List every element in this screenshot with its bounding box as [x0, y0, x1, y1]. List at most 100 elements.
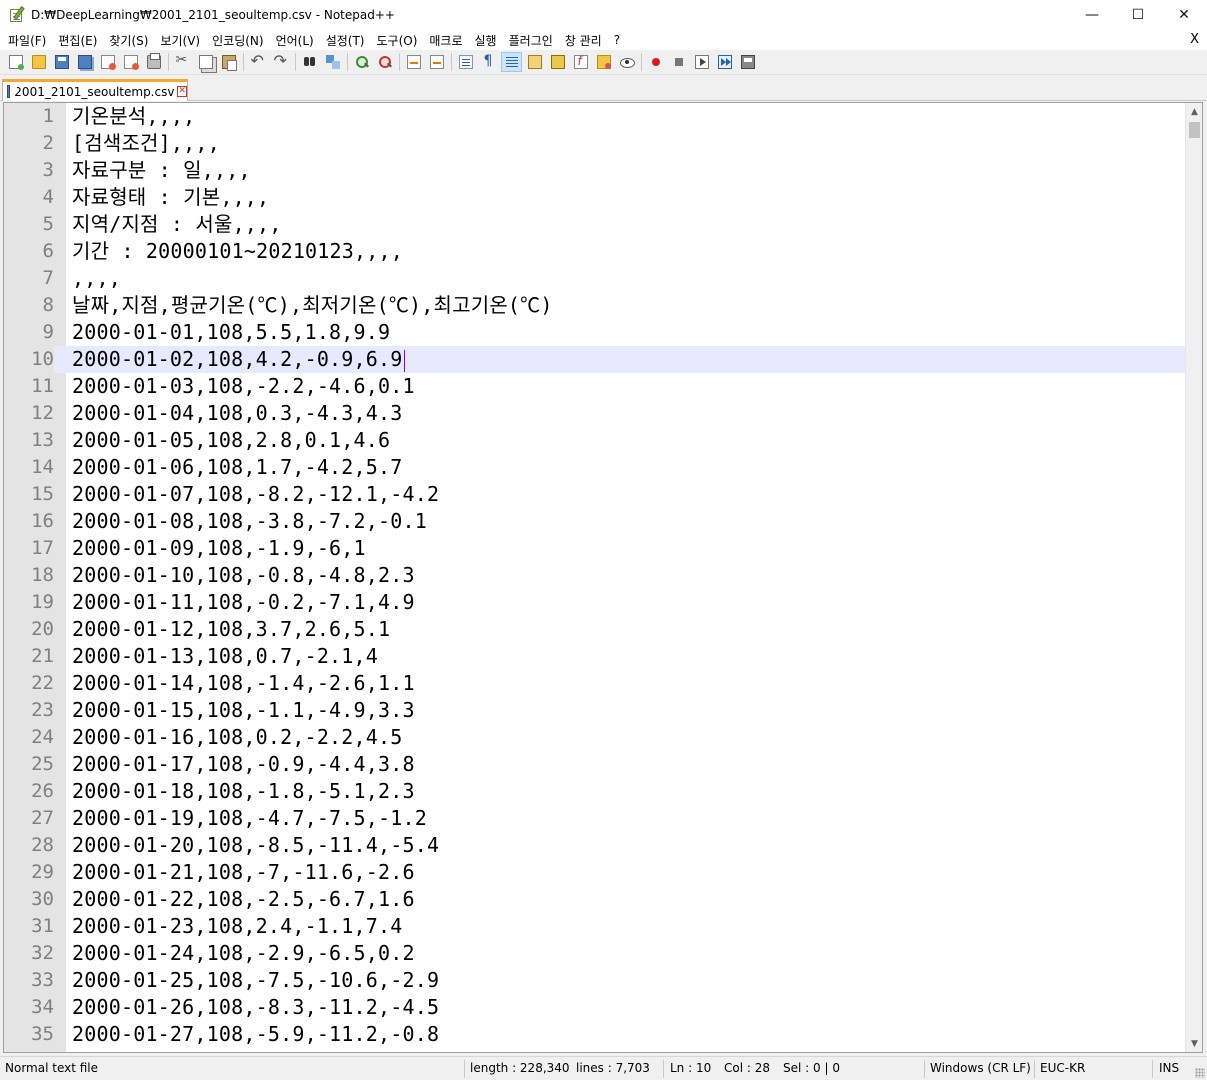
- line-text[interactable]: 2000-01-13,108,0.7,-2.1,4: [72, 643, 378, 670]
- line-text[interactable]: 2000-01-26,108,-8.3,-11.2,-4.5: [72, 994, 439, 1021]
- user-language-button[interactable]: [524, 52, 545, 72]
- replace-button[interactable]: [322, 52, 343, 72]
- editor-line[interactable]: 4 자료형태 : 기본,,,,: [4, 184, 1185, 211]
- close-document-button[interactable]: X: [1190, 32, 1199, 47]
- menu-run[interactable]: 실행: [469, 32, 503, 49]
- line-text[interactable]: ,,,,: [72, 265, 121, 292]
- zoom-out-button[interactable]: [374, 52, 395, 72]
- editor-line[interactable]: 19 2000-01-11,108,-0.2,-7.1,4.9: [4, 589, 1185, 616]
- sync-horizontal-button[interactable]: [426, 52, 447, 72]
- line-text[interactable]: 2000-01-08,108,-3.8,-7.2,-0.1: [72, 508, 427, 535]
- line-text[interactable]: 2000-01-18,108,-1.8,-5.1,2.3: [72, 778, 415, 805]
- editor-line[interactable]: 20 2000-01-12,108,3.7,2.6,5.1: [4, 616, 1185, 643]
- editor-line[interactable]: 28 2000-01-20,108,-8.5,-11.4,-5.4: [4, 832, 1185, 859]
- status-eol[interactable]: Windows (CR LF): [930, 1057, 1031, 1080]
- minimize-button[interactable]: —: [1069, 0, 1115, 30]
- editor-line[interactable]: 31 2000-01-23,108,2.4,-1.1,7.4: [4, 913, 1185, 940]
- editor-line[interactable]: 10 2000-01-02,108,4.2,-0.9,6.9: [4, 346, 1185, 373]
- line-text[interactable]: 2000-01-10,108,-0.8,-4.8,2.3: [72, 562, 415, 589]
- menu-view[interactable]: 보기(V): [154, 32, 206, 49]
- playback-macro-button[interactable]: [691, 52, 712, 72]
- line-text[interactable]: 2000-01-15,108,-1.1,-4.9,3.3: [72, 697, 415, 724]
- menu-window[interactable]: 창 관리: [559, 32, 608, 49]
- menu-settings[interactable]: 설정(T): [320, 32, 371, 49]
- copy-button[interactable]: [195, 52, 216, 72]
- open-file-button[interactable]: [28, 52, 49, 72]
- editor-line[interactable]: 32 2000-01-24,108,-2.9,-6.5,0.2: [4, 940, 1185, 967]
- menu-language[interactable]: 언어(L): [270, 32, 320, 49]
- editor-line[interactable]: 26 2000-01-18,108,-1.8,-5.1,2.3: [4, 778, 1185, 805]
- print-button[interactable]: [143, 52, 164, 72]
- editor-line[interactable]: 8 날짜,지점,평균기온(℃),최저기온(℃),최고기온(℃): [4, 292, 1185, 319]
- line-text[interactable]: 2000-01-19,108,-4.7,-7.5,-1.2: [72, 805, 427, 832]
- line-text[interactable]: 2000-01-09,108,-1.9,-6,1: [72, 535, 366, 562]
- save-button[interactable]: [51, 52, 72, 72]
- line-text[interactable]: 2000-01-03,108,-2.2,-4.6,0.1: [72, 373, 415, 400]
- editor-line[interactable]: 34 2000-01-26,108,-8.3,-11.2,-4.5: [4, 994, 1185, 1021]
- editor-line[interactable]: 1 기온분석,,,,: [4, 103, 1185, 130]
- editor-line[interactable]: 13 2000-01-05,108,2.8,0.1,4.6: [4, 427, 1185, 454]
- menu-file[interactable]: 파일(F): [0, 32, 52, 49]
- menu-plugins[interactable]: 플러그인: [503, 32, 559, 49]
- line-text[interactable]: 기온분석,,,,: [72, 103, 195, 130]
- line-text[interactable]: 2000-01-27,108,-5.9,-11.2,-0.8: [72, 1021, 439, 1048]
- editor-line[interactable]: 7,,,,: [4, 265, 1185, 292]
- folder-workspace-button[interactable]: [593, 52, 614, 72]
- line-text[interactable]: 기간 : 20000101~20210123,,,,: [72, 238, 403, 265]
- editor-line[interactable]: 14 2000-01-06,108,1.7,-4.2,5.7: [4, 454, 1185, 481]
- editor-line[interactable]: 22 2000-01-14,108,-1.4,-2.6,1.1: [4, 670, 1185, 697]
- editor-line[interactable]: 27 2000-01-19,108,-4.7,-7.5,-1.2: [4, 805, 1185, 832]
- redo-button[interactable]: [270, 51, 291, 72]
- editor-line[interactable]: 5 지역/지점 : 서울,,,,: [4, 211, 1185, 238]
- zoom-in-button[interactable]: [351, 52, 372, 72]
- line-text[interactable]: 2000-01-17,108,-0.9,-4.4,3.8: [72, 751, 415, 778]
- save-macro-button[interactable]: [737, 52, 758, 72]
- line-text[interactable]: 자료구분 : 일,,,,: [72, 157, 251, 184]
- close-window-button[interactable]: ✕: [1161, 0, 1207, 30]
- menu-macro[interactable]: 매크로: [423, 32, 468, 49]
- indent-guide-button[interactable]: [501, 52, 522, 72]
- editor-line[interactable]: 9 2000-01-01,108,5.5,1.8,9.9: [4, 319, 1185, 346]
- menu-encoding[interactable]: 인코딩(N): [206, 32, 269, 49]
- menu-edit[interactable]: 편집(E): [52, 32, 103, 49]
- editor-line[interactable]: 15 2000-01-07,108,-8.2,-12.1,-4.2: [4, 481, 1185, 508]
- close-button[interactable]: [97, 52, 118, 72]
- editor-line[interactable]: 21 2000-01-13,108,0.7,-2.1,4: [4, 643, 1185, 670]
- line-text[interactable]: 지역/지점 : 서울,,,,: [72, 211, 282, 238]
- show-all-chars-button[interactable]: [478, 52, 499, 72]
- line-text[interactable]: [검색조건],,,,: [72, 130, 220, 157]
- editor-line[interactable]: 16 2000-01-08,108,-3.8,-7.2,-0.1: [4, 508, 1185, 535]
- editor-line[interactable]: 35 2000-01-27,108,-5.9,-11.2,-0.8: [4, 1021, 1185, 1048]
- editor-line[interactable]: 3 자료구분 : 일,,,,: [4, 157, 1185, 184]
- editor-line[interactable]: 11 2000-01-03,108,-2.2,-4.6,0.1: [4, 373, 1185, 400]
- editor-line[interactable]: 17 2000-01-09,108,-1.9,-6,1: [4, 535, 1185, 562]
- editor-line[interactable]: 29 2000-01-21,108,-7,-11.6,-2.6: [4, 859, 1185, 886]
- line-text[interactable]: 2000-01-06,108,1.7,-4.2,5.7: [72, 454, 403, 481]
- tab-close-icon[interactable]: ✕: [177, 86, 187, 97]
- editor-line[interactable]: 24 2000-01-16,108,0.2,-2.2,4.5: [4, 724, 1185, 751]
- monitoring-button[interactable]: [616, 52, 637, 72]
- editor-line[interactable]: 25 2000-01-17,108,-0.9,-4.4,3.8: [4, 751, 1185, 778]
- undo-button[interactable]: [247, 51, 268, 72]
- editor-lines[interactable]: 1 기온분석,,,, 2 [검색조건],,,, 3 자료구분 : 일,,,, 4 자료형태 :…: [4, 103, 1185, 1048]
- line-text[interactable]: 2000-01-04,108,0.3,-4.3,4.3: [72, 400, 403, 427]
- line-text[interactable]: 2000-01-01,108,5.5,1.8,9.9: [72, 319, 390, 346]
- notepadpp-app-icon[interactable]: [9, 6, 25, 23]
- maximize-button[interactable]: ☐: [1115, 0, 1161, 30]
- line-text[interactable]: 2000-01-02,108,4.2,-0.9,6.9: [72, 346, 405, 373]
- save-all-button[interactable]: [74, 52, 95, 72]
- scroll-down-arrow-icon[interactable]: ▼: [1186, 1035, 1202, 1052]
- vertical-scrollbar[interactable]: ▲ ▼: [1185, 103, 1202, 1052]
- status-insert-mode[interactable]: INS: [1159, 1057, 1179, 1080]
- line-text[interactable]: 자료형태 : 기본,,,,: [72, 184, 269, 211]
- word-wrap-button[interactable]: [455, 52, 476, 72]
- line-text[interactable]: 2000-01-12,108,3.7,2.6,5.1: [72, 616, 390, 643]
- editor-line[interactable]: 33 2000-01-25,108,-7.5,-10.6,-2.9: [4, 967, 1185, 994]
- scroll-up-arrow-icon[interactable]: ▲: [1186, 103, 1202, 120]
- line-text[interactable]: 2000-01-23,108,2.4,-1.1,7.4: [72, 913, 403, 940]
- find-button[interactable]: [299, 52, 320, 72]
- line-text[interactable]: 2000-01-11,108,-0.2,-7.1,4.9: [72, 589, 415, 616]
- menu-help[interactable]: ?: [608, 33, 626, 47]
- line-text[interactable]: 날짜,지점,평균기온(℃),최저기온(℃),최고기온(℃): [72, 292, 553, 319]
- line-text[interactable]: 2000-01-25,108,-7.5,-10.6,-2.9: [72, 967, 439, 994]
